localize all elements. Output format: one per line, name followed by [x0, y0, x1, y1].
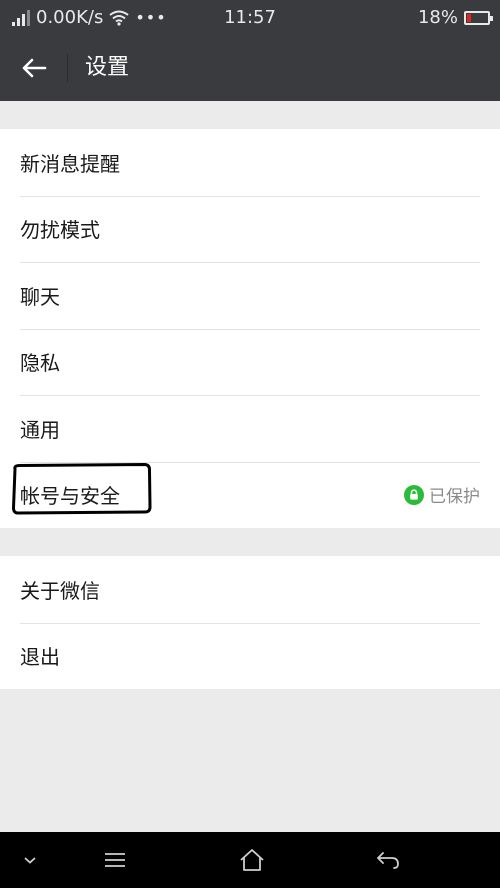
lock-icon	[404, 484, 424, 505]
arrow-left-icon	[22, 58, 47, 78]
settings-item-chat[interactable]: 聊天	[0, 262, 500, 329]
wifi-icon	[109, 10, 129, 26]
more-indicator: •••	[135, 8, 167, 27]
chevron-down-icon	[24, 857, 36, 864]
back-button[interactable]	[8, 35, 60, 101]
battery-percent: 18%	[417, 7, 458, 28]
settings-item-privacy[interactable]: 隐私	[0, 328, 500, 396]
back-nav-button[interactable]	[358, 832, 418, 888]
chevron-down-button[interactable]	[0, 832, 60, 888]
battery-fill	[467, 13, 471, 22]
settings-item-label: 聊天	[20, 284, 60, 309]
settings-item-label: 通用	[20, 417, 60, 442]
settings-item-label: 隐私	[20, 351, 60, 376]
protection-status-text: 已保护	[429, 487, 480, 508]
settings-item-label: 勿扰模式	[20, 218, 100, 243]
settings-item-account-security[interactable]: 帐号与安全 已保护	[0, 461, 500, 529]
title-bar: 设置	[0, 35, 500, 101]
settings-group-main: 新消息提醒 勿扰模式 聊天 隐私 通用 帐号与安全 已保护	[0, 129, 500, 528]
signal-icon	[12, 9, 30, 26]
settings-item-label: 帐号与安全	[20, 484, 120, 509]
menu-icon	[105, 853, 125, 867]
settings-item-general[interactable]: 通用	[0, 395, 500, 462]
home-icon	[240, 849, 264, 871]
navigation-bar	[0, 832, 500, 888]
settings-item-new-message-alerts[interactable]: 新消息提醒	[0, 129, 500, 196]
settings-item-label: 关于微信	[20, 578, 100, 603]
back-icon	[377, 852, 399, 869]
account-protection-status: 已保护	[404, 462, 480, 529]
settings-group-secondary: 关于微信 退出	[0, 556, 500, 689]
page-title: 设置	[85, 55, 130, 80]
settings-item-about[interactable]: 关于微信	[0, 556, 500, 623]
battery-icon	[464, 10, 493, 25]
status-bar: 0.00K/s ••• 11:57 18%	[0, 0, 500, 35]
settings-item-label: 新消息提醒	[20, 151, 120, 176]
status-right: 18%	[417, 0, 493, 35]
settings-item-do-not-disturb[interactable]: 勿扰模式	[0, 195, 500, 263]
settings-item-label: 退出	[20, 645, 60, 670]
home-button[interactable]	[222, 832, 282, 888]
menu-button[interactable]	[85, 832, 145, 888]
status-left: 0.00K/s •••	[12, 0, 167, 35]
settings-item-logout[interactable]: 退出	[0, 622, 500, 690]
network-speed: 0.00K/s	[36, 7, 104, 28]
title-divider	[67, 54, 68, 82]
